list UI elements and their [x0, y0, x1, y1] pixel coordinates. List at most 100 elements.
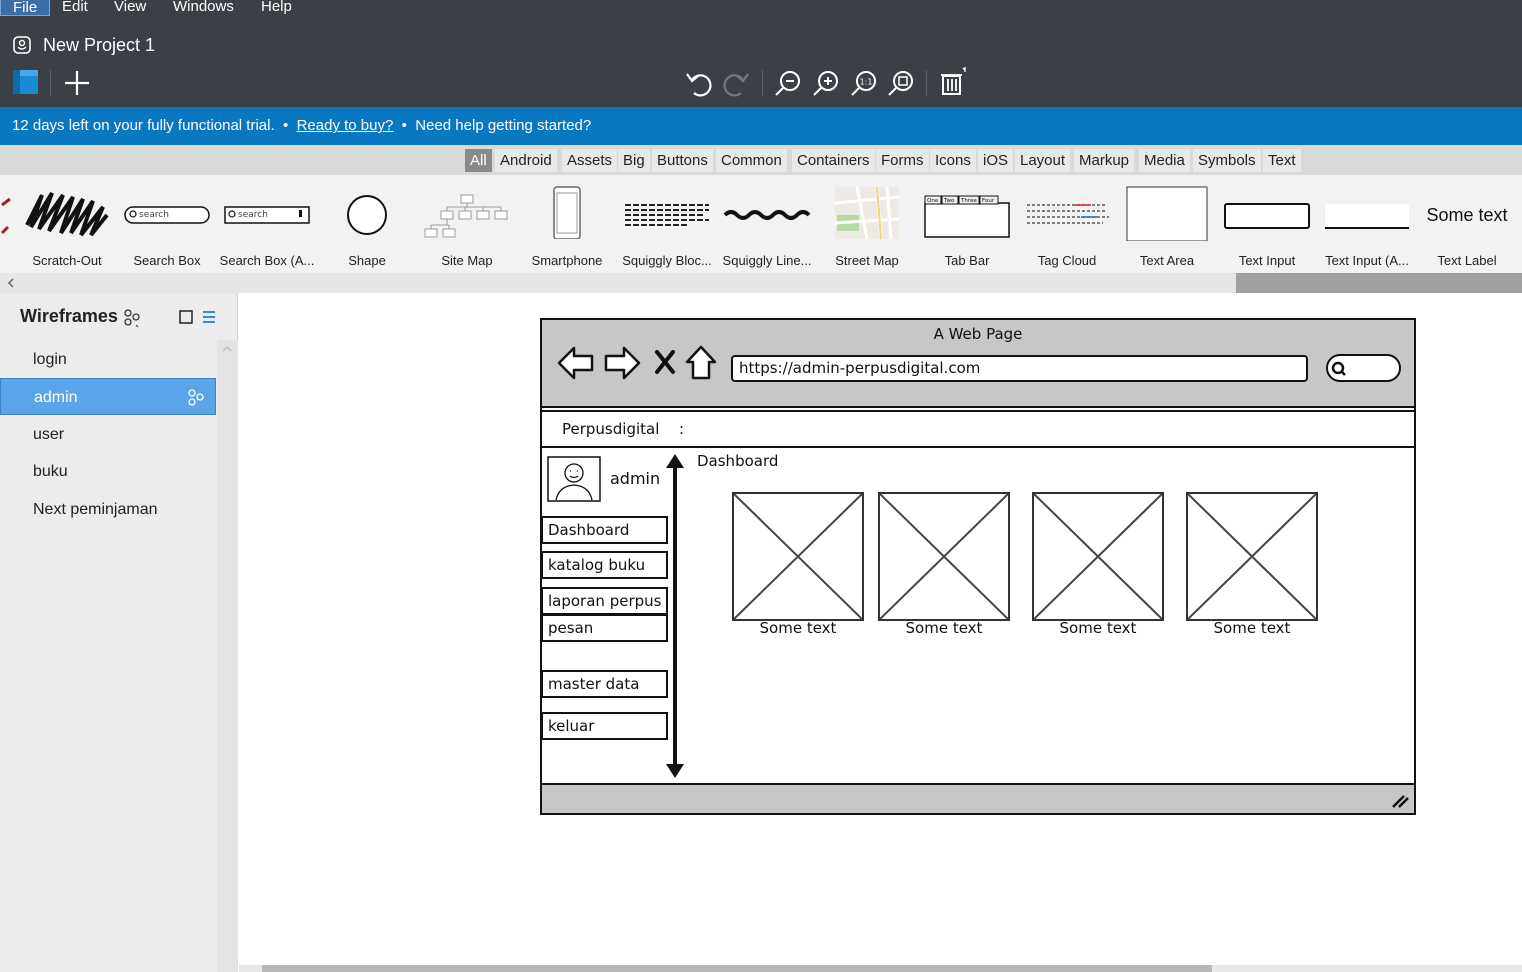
- component-tag-cloud[interactable]: Tag Cloud: [1017, 175, 1117, 273]
- search-box-icon: search: [124, 206, 210, 224]
- tab-media[interactable]: Media: [1139, 149, 1190, 172]
- site-name: Perpusdigital: [562, 420, 660, 438]
- redo-icon[interactable]: [721, 68, 751, 98]
- tab-common[interactable]: Common: [716, 149, 787, 172]
- strip-scroll-thumb[interactable]: [1236, 273, 1522, 293]
- component-smartphone[interactable]: Smartphone: [517, 175, 617, 273]
- menu-view[interactable]: View: [102, 0, 158, 16]
- wireframe-item-buku[interactable]: buku: [0, 453, 216, 490]
- tab-containers[interactable]: Containers: [792, 149, 875, 172]
- undo-icon[interactable]: [684, 68, 714, 98]
- image-placeholder-icon: [1033, 493, 1163, 620]
- trash-icon[interactable]: [937, 66, 967, 96]
- street-map-icon: [834, 186, 900, 239]
- buy-link[interactable]: Ready to buy?: [297, 117, 394, 134]
- tab-bar-icon: One Two Three Four: [924, 195, 1010, 238]
- grid-view-icon[interactable]: [178, 309, 194, 325]
- component-squiggly-line[interactable]: Squiggly Line...: [717, 175, 817, 273]
- tab-all[interactable]: All: [465, 149, 492, 172]
- component-text-input-alt[interactable]: Text Input (A...: [1317, 175, 1417, 273]
- image-placeholder-icon: [879, 493, 1009, 620]
- tab-buttons[interactable]: Buttons: [652, 149, 713, 172]
- vertical-arrow-icon: [666, 454, 684, 778]
- tab-assets[interactable]: Assets: [562, 149, 618, 172]
- tab-icons[interactable]: Icons: [930, 149, 976, 172]
- nav-pesan: pesan: [541, 614, 668, 642]
- tab-layout[interactable]: Layout: [1015, 149, 1071, 172]
- browser-title: A Web Page: [933, 325, 1023, 343]
- text-input-alt-icon: [1325, 204, 1409, 229]
- component-search-box[interactable]: search Search Box: [117, 175, 217, 273]
- text-area-icon: [1126, 186, 1208, 241]
- zoom-out-icon[interactable]: [773, 68, 803, 98]
- library-tabs: All Android Assets Big Buttons Common Co…: [0, 145, 1522, 175]
- image-placeholder-icon: [733, 493, 863, 620]
- component-site-map[interactable]: Site Map: [417, 175, 517, 273]
- tab-big[interactable]: Big: [618, 149, 650, 172]
- component-text-area[interactable]: Text Area: [1117, 175, 1217, 273]
- help-link[interactable]: Need help getting started?: [415, 117, 591, 134]
- component-search-box-alt[interactable]: search Search Box (A...: [217, 175, 317, 273]
- wireframe-item-next-peminjaman[interactable]: Next peminjaman: [0, 491, 216, 528]
- link-symbol-icon[interactable]: [186, 388, 206, 408]
- nav-laporan-perpus: laporan perpus: [541, 587, 668, 615]
- component-squiggly-block[interactable]: Squiggly Bloc...: [617, 175, 717, 273]
- browser-status-bar: [542, 783, 1414, 813]
- trial-sep: •: [282, 117, 289, 134]
- component-tab-bar[interactable]: One Two Three Four Tab Bar: [917, 175, 1017, 273]
- nav-master-data: master data: [541, 670, 668, 698]
- add-wireframe-icon[interactable]: [62, 68, 92, 98]
- component-label: Site Map: [441, 253, 493, 268]
- smartphone-icon: [553, 186, 581, 239]
- component-label: Search Box (A...: [219, 253, 315, 268]
- tab-text[interactable]: Text: [1263, 149, 1301, 172]
- tab-forms[interactable]: Forms: [876, 149, 929, 172]
- component-label: Shape: [348, 253, 386, 268]
- wireframe-item-login[interactable]: login: [0, 341, 216, 378]
- component-text-label[interactable]: Some text Text Label: [1417, 175, 1517, 273]
- list-view-icon[interactable]: [201, 309, 217, 325]
- svg-text:Three: Three: [960, 198, 977, 204]
- component-shape[interactable]: Shape: [317, 175, 417, 273]
- component-text-input[interactable]: Text Input: [1217, 175, 1317, 273]
- scratch-out-icon: [25, 191, 109, 237]
- squiggly-block-icon: [625, 204, 709, 226]
- component-label: Squiggly Bloc...: [622, 253, 712, 268]
- tab-android[interactable]: Android: [495, 149, 557, 172]
- canvas-scroll-thumb[interactable]: [262, 965, 1212, 972]
- search-box-alt-icon: search: [224, 206, 310, 224]
- tab-symbols[interactable]: Symbols: [1193, 149, 1261, 172]
- svg-text:One: One: [927, 198, 939, 204]
- component-label: Street Map: [835, 253, 899, 268]
- card-caption: Some text: [905, 619, 983, 637]
- component-label: Tag Cloud: [1037, 253, 1097, 268]
- menu-file[interactable]: File: [0, 0, 51, 16]
- project-bar: New Project 1 1:1: [0, 16, 1522, 107]
- component-street-map[interactable]: Street Map: [817, 175, 917, 273]
- scroll-up-icon[interactable]: [221, 344, 233, 354]
- tab-ios[interactable]: iOS: [978, 149, 1014, 172]
- tag-cloud-icon: [1027, 204, 1109, 224]
- component-label: Search Box: [133, 253, 201, 268]
- panel-scrollbar[interactable]: [217, 340, 238, 972]
- menu-edit[interactable]: Edit: [50, 0, 100, 16]
- scroll-left-icon[interactable]: [6, 277, 16, 289]
- menu-help[interactable]: Help: [249, 0, 304, 16]
- wireframe-item-admin[interactable]: admin: [0, 378, 216, 415]
- zoom-in-icon[interactable]: [811, 68, 841, 98]
- trial-banner: 12 days left on your fully functional tr…: [0, 107, 1522, 145]
- menu-windows[interactable]: Windows: [161, 0, 246, 16]
- component-label: Squiggly Line...: [722, 253, 812, 268]
- zoom-actual-icon[interactable]: 1:1: [849, 68, 879, 98]
- site-map-icon: [424, 194, 508, 238]
- component-scratch-out[interactable]: Scratch-Out: [17, 175, 117, 273]
- image-placeholder-icon: [1187, 493, 1317, 620]
- tab-markup[interactable]: Markup: [1074, 149, 1135, 172]
- zoom-fit-icon[interactable]: [886, 68, 916, 98]
- link-symbol-icon[interactable]: [122, 308, 142, 328]
- wireframe-item-user[interactable]: user: [0, 416, 216, 453]
- svg-text:Four: Four: [982, 198, 995, 204]
- image-placeholder: [1186, 492, 1318, 621]
- user-name: admin: [610, 469, 661, 488]
- panel-toggle-icon[interactable]: [12, 68, 42, 98]
